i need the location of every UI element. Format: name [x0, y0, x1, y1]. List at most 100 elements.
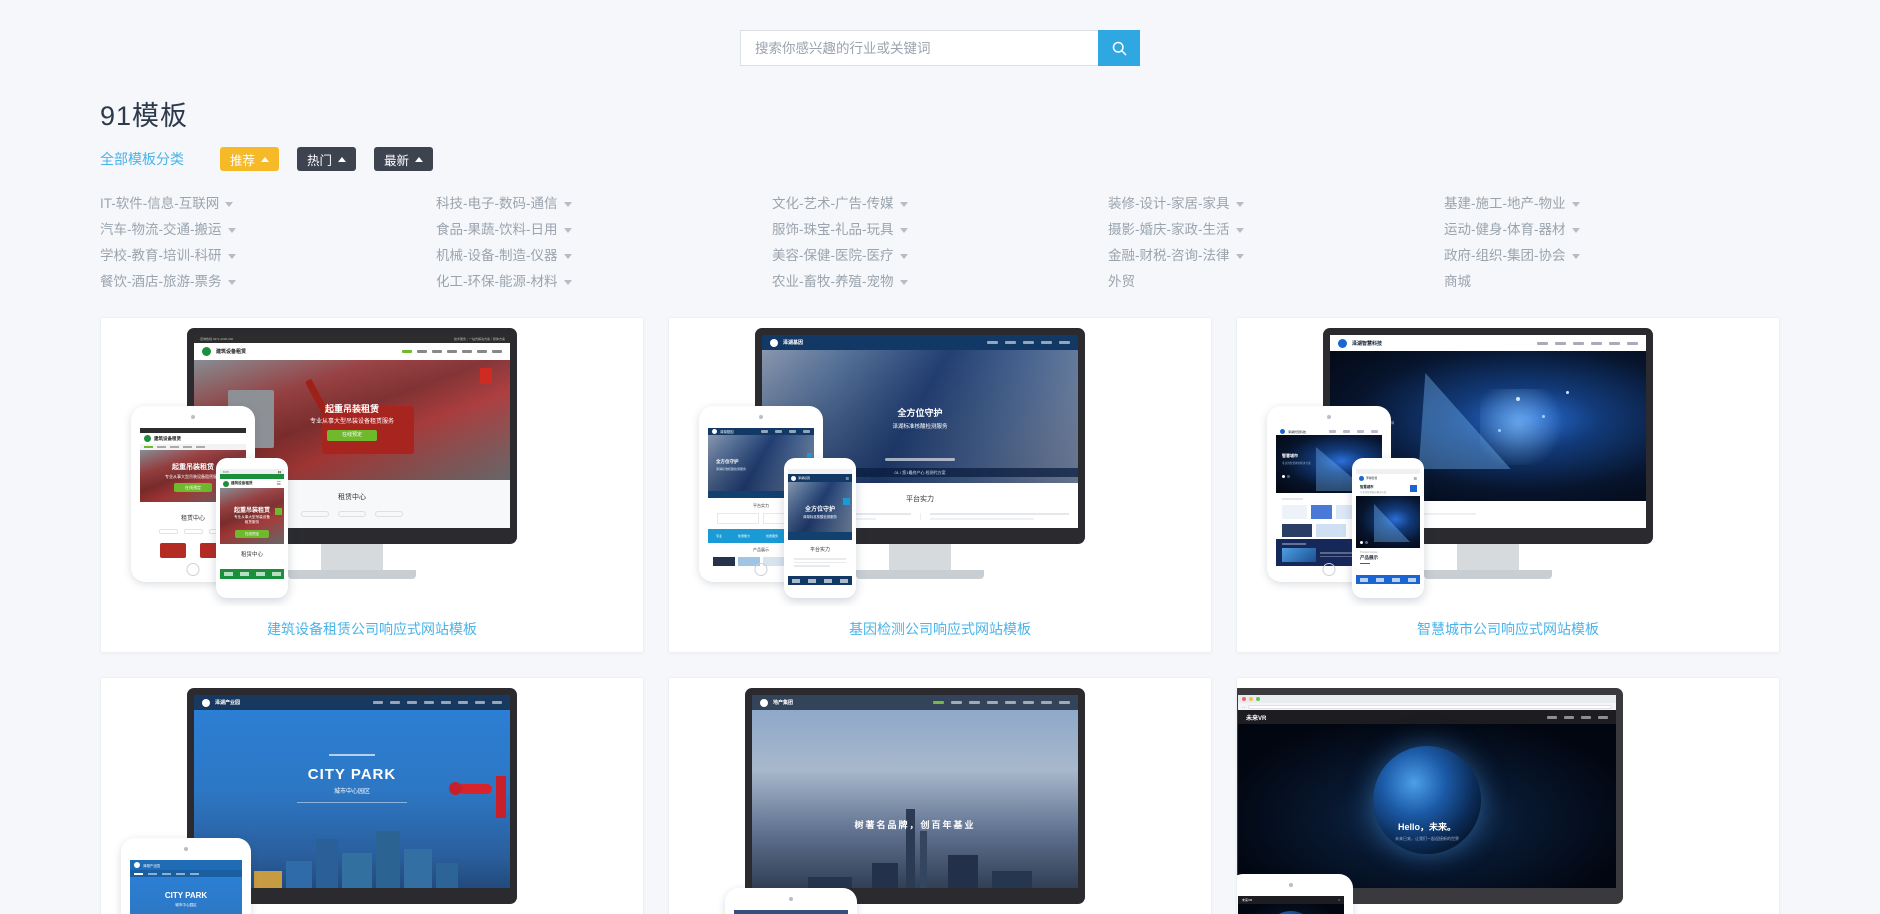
all-categories-link[interactable]: 全部模板分类: [100, 149, 184, 169]
chevron-down-icon: [1235, 253, 1244, 259]
template-thumbnail: 泽湖基因 全方位守护 泽湖标准核酸检测服务 01 / 您1最终产⼼ 检测代⽅案 …: [669, 318, 1211, 606]
template-card-grid: ·咨询热线 0371-0000-000 技术服务｜一站式解决方案｜整体方案 建筑设…: [100, 317, 1780, 914]
category-label: 汽车-物流-交通-搬运: [100, 222, 222, 238]
filter-chip-newest[interactable]: 最新: [374, 147, 434, 171]
category-label: 美容-保健-医院-医疗: [772, 248, 894, 264]
template-title[interactable]: 基因检测公司响应式网站模板: [669, 606, 1211, 652]
chevron-down-icon: [227, 279, 236, 285]
category-link[interactable]: 化工-环保-能源-材料: [436, 269, 772, 295]
category-grid: IT-软件-信息-互联网 科技-电子-数码-通信 文化-艺术-广告-传媒 装修-…: [100, 191, 1780, 295]
filter-chip-hot[interactable]: 热门: [297, 147, 357, 171]
category-link[interactable]: 金融-财税-咨询-法律: [1108, 243, 1444, 269]
page-container: 91模板 全部模板分类 推荐 热门 最新 IT-软件-信息-互联网 科技-电子-…: [70, 94, 1810, 914]
chevron-down-icon: [563, 279, 572, 285]
search-region: [0, 0, 1880, 88]
search-button[interactable]: [1098, 30, 1140, 66]
category-label: 机械-设备-制造-仪器: [436, 248, 558, 264]
category-link[interactable]: 外贸: [1108, 269, 1444, 295]
category-label: IT-软件-信息-互联网: [100, 196, 220, 212]
chevron-down-icon: [899, 227, 908, 233]
category-label: 装修-设计-家居-家具: [1108, 196, 1230, 212]
category-label: 摄影-婚庆-家政-生活: [1108, 222, 1230, 238]
tablet-mockup: 未来VR ≡: [1237, 874, 1353, 914]
filter-chip-label: 热门: [307, 153, 333, 168]
category-link[interactable]: 运动-健身-体育-器材: [1444, 217, 1780, 243]
category-label: 餐饮-酒店-旅游-票务: [100, 274, 222, 290]
category-link[interactable]: 食品-果蔬-饮料-日用: [436, 217, 772, 243]
category-link[interactable]: 美容-保健-医院-医疗: [772, 243, 1108, 269]
chevron-down-icon: [1235, 227, 1244, 233]
chevron-down-icon: [899, 253, 908, 259]
category-label: 服饰-珠宝-礼品-玩具: [772, 222, 894, 238]
caret-up-icon: [338, 156, 347, 162]
template-thumbnail: 泽湖智慧科技 泽湖智慧科技 智慧城市 专业的智慧城市解决方案 泽湖智慧 ☰ 智慧…: [1237, 318, 1779, 606]
desktop-mockup: ‹ › 未来VR Hello，未来。 未来已来，让我们一起迎接新的世界: [1237, 688, 1623, 904]
category-label: 金融-财税-咨询-法律: [1108, 248, 1230, 264]
category-label: 政府-组织-集团-协会: [1444, 248, 1566, 264]
phone-mockup: 泽湖基因 ☰ 全方位守护 泽湖标准核酸检测服务 平台实力: [784, 458, 856, 598]
template-thumbnail: 泽湖产业园 CITY PARK 城市中心园区 泽湖产业园 CITY PARK 城…: [101, 678, 643, 914]
chevron-down-icon: [1571, 253, 1580, 259]
category-label: 基建-施工-地产-物业: [1444, 196, 1566, 212]
category-link[interactable]: 学校-教育-培训-科研: [100, 243, 436, 269]
template-title[interactable]: 建筑设备租赁公司响应式网站模板: [101, 606, 643, 652]
chevron-down-icon: [227, 253, 236, 259]
chevron-down-icon: [899, 201, 908, 207]
template-card[interactable]: 地产集团 树著名品牌，创百年基业: [668, 677, 1212, 914]
template-card[interactable]: ‹ › 未来VR Hello，未来。 未来已来，让我们一起迎接新的世界 未来VR…: [1236, 677, 1780, 914]
category-link[interactable]: 汽车-物流-交通-搬运: [100, 217, 436, 243]
chevron-down-icon: [563, 253, 572, 259]
template-thumbnail: ‹ › 未来VR Hello，未来。 未来已来，让我们一起迎接新的世界 未来VR…: [1237, 678, 1779, 914]
template-card[interactable]: 泽湖基因 全方位守护 泽湖标准核酸检测服务 01 / 您1最终产⼼ 检测代⽅案 …: [668, 317, 1212, 653]
chevron-down-icon: [563, 201, 572, 207]
chevron-down-icon: [1571, 227, 1580, 233]
category-label: 学校-教育-培训-科研: [100, 248, 222, 264]
chevron-down-icon: [1571, 201, 1580, 207]
desktop-mockup: 地产集团 树著名品牌，创百年基业: [745, 688, 1085, 904]
category-label: 商城: [1444, 274, 1471, 290]
category-link[interactable]: 装修-设计-家居-家具: [1108, 191, 1444, 217]
tablet-mockup: 泽湖产业园 CITY PARK 城市中心园区: [121, 838, 251, 914]
category-label: 文化-艺术-广告-传媒: [772, 196, 894, 212]
category-label: 运动-健身-体育-器材: [1444, 222, 1566, 238]
category-label: 农业-畜牧-养殖-宠物: [772, 274, 894, 290]
category-link[interactable]: 商城: [1444, 269, 1780, 295]
category-link[interactable]: 农业-畜牧-养殖-宠物: [772, 269, 1108, 295]
caret-up-icon: [261, 156, 270, 162]
chevron-down-icon: [899, 279, 908, 285]
filter-chip-label: 最新: [384, 153, 410, 168]
page-title: 91模板: [100, 101, 189, 131]
chevron-down-icon: [225, 201, 234, 207]
tablet-mockup: [725, 888, 857, 914]
chevron-down-icon: [563, 227, 572, 233]
category-link[interactable]: 摄影-婚庆-家政-生活: [1108, 217, 1444, 243]
search-icon: [1111, 40, 1128, 57]
template-card[interactable]: 泽湖产业园 CITY PARK 城市中心园区 泽湖产业园 CITY PARK 城…: [100, 677, 644, 914]
caret-up-icon: [415, 156, 424, 162]
chevron-down-icon: [1235, 201, 1244, 207]
filter-bar: 全部模板分类 推荐 热门 最新: [100, 147, 1780, 171]
template-title[interactable]: 智慧城市公司响应式网站模板: [1237, 606, 1779, 652]
category-link[interactable]: 基建-施工-地产-物业: [1444, 191, 1780, 217]
template-thumbnail: 地产集团 树著名品牌，创百年基业: [669, 678, 1211, 914]
search-bar: [740, 30, 1140, 66]
category-link[interactable]: 服饰-珠宝-礼品-玩具: [772, 217, 1108, 243]
category-label: 食品-果蔬-饮料-日用: [436, 222, 558, 238]
category-link[interactable]: 餐饮-酒店-旅游-票务: [100, 269, 436, 295]
chevron-down-icon: [227, 227, 236, 233]
template-card[interactable]: ·咨询热线 0371-0000-000 技术服务｜一站式解决方案｜整体方案 建筑设…: [100, 317, 644, 653]
filter-chip-recommended[interactable]: 推荐: [220, 147, 280, 171]
category-link[interactable]: 政府-组织-集团-协会: [1444, 243, 1780, 269]
category-link[interactable]: 机械-设备-制造-仪器: [436, 243, 772, 269]
category-link[interactable]: 文化-艺术-广告-传媒: [772, 191, 1108, 217]
category-label: 科技-电子-数码-通信: [436, 196, 558, 212]
category-label: 外贸: [1108, 274, 1135, 290]
phone-mockup: 8:05 ▮▮ 建筑设备租赁 ☰ 起重吊装租赁 专业从事大型吊装设备 租赁服务 在线…: [216, 458, 288, 598]
category-link[interactable]: 科技-电子-数码-通信: [436, 191, 772, 217]
phone-mockup: 泽湖智慧 ☰ 智慧城市 专业的智慧城市解决方案 Product display …: [1352, 458, 1424, 598]
category-label: 化工-环保-能源-材料: [436, 274, 558, 290]
template-card[interactable]: 泽湖智慧科技 泽湖智慧科技 智慧城市 专业的智慧城市解决方案 泽湖智慧 ☰ 智慧…: [1236, 317, 1780, 653]
category-link[interactable]: IT-软件-信息-互联网: [100, 191, 436, 217]
search-input[interactable]: [740, 30, 1098, 66]
template-thumbnail: ·咨询热线 0371-0000-000 技术服务｜一站式解决方案｜整体方案 建筑设…: [101, 318, 643, 606]
